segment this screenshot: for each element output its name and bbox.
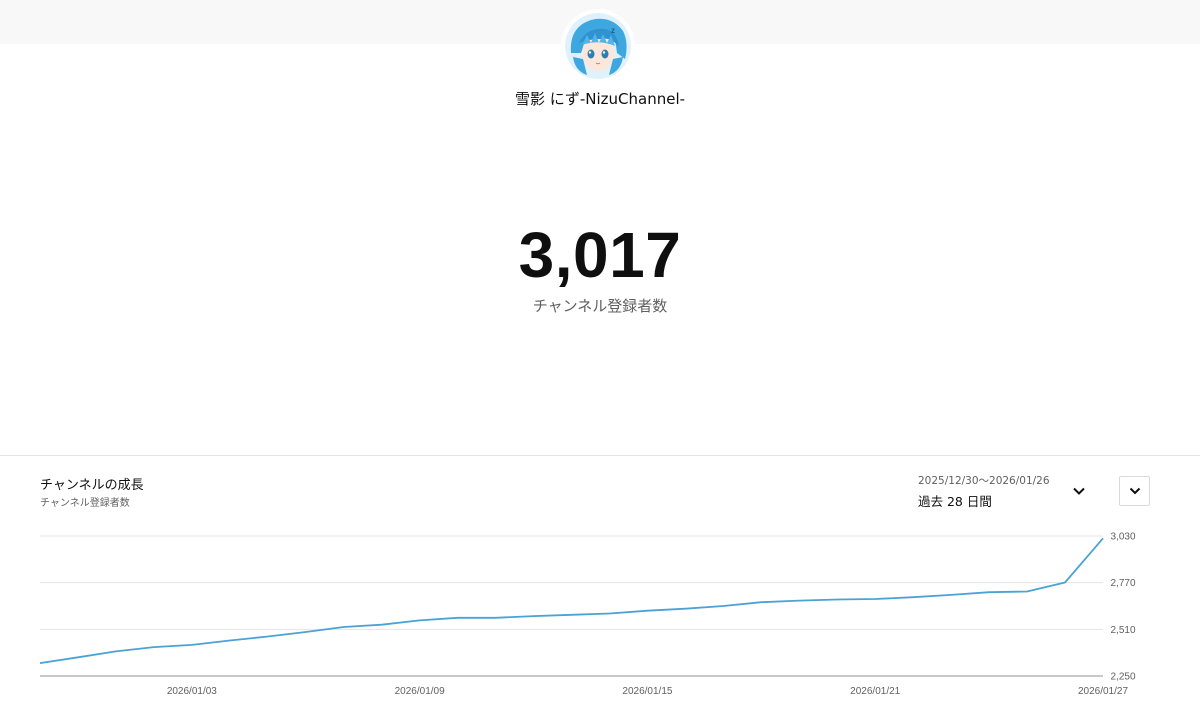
- y-tick-label: 2,770: [1110, 578, 1135, 589]
- x-tick-label: 2026/01/27: [1078, 686, 1128, 697]
- channel-name[interactable]: 雪影 にず-NizuChannel-: [0, 88, 1200, 109]
- svg-text:z: z: [611, 26, 615, 35]
- subscriber-count-label: チャンネル登録者数: [532, 297, 668, 315]
- subscriber-series-line: [39, 537, 1104, 664]
- y-tick-label: 2,250: [1110, 672, 1135, 683]
- growth-card-subtitle: チャンネル登録者数: [40, 498, 130, 509]
- subscriber-growth-chart: 2,250 2,510 2,770 3,030 2026/01/03 2026/01/09…: [39, 532, 1136, 697]
- subscriber-count: 3,017: [518, 219, 682, 291]
- channel-avatar[interactable]: z: [561, 9, 635, 83]
- period-range: 2025/12/30〜2026/01/26: [918, 475, 1050, 487]
- chart-menu-button[interactable]: [1119, 476, 1150, 506]
- growth-card-title: チャンネルの成長: [40, 478, 144, 493]
- x-tick-label: 2026/01/21: [850, 686, 900, 697]
- y-tick-label: 3,030: [1110, 532, 1135, 543]
- chevron-down-icon: [1129, 487, 1140, 495]
- chevron-down-icon[interactable]: [1071, 483, 1087, 499]
- section-divider: [0, 455, 1200, 456]
- anime-avatar-icon: z: [565, 13, 631, 79]
- x-tick-label: 2026/01/03: [167, 686, 217, 697]
- y-tick-label: 2,510: [1110, 625, 1135, 636]
- period-selector[interactable]: 2025/12/30〜2026/01/26 過去 28 日間: [918, 473, 1050, 510]
- period-label: 過去 28 日間: [918, 494, 992, 509]
- x-tick-label: 2026/01/09: [395, 686, 445, 697]
- x-tick-label: 2026/01/15: [622, 686, 672, 697]
